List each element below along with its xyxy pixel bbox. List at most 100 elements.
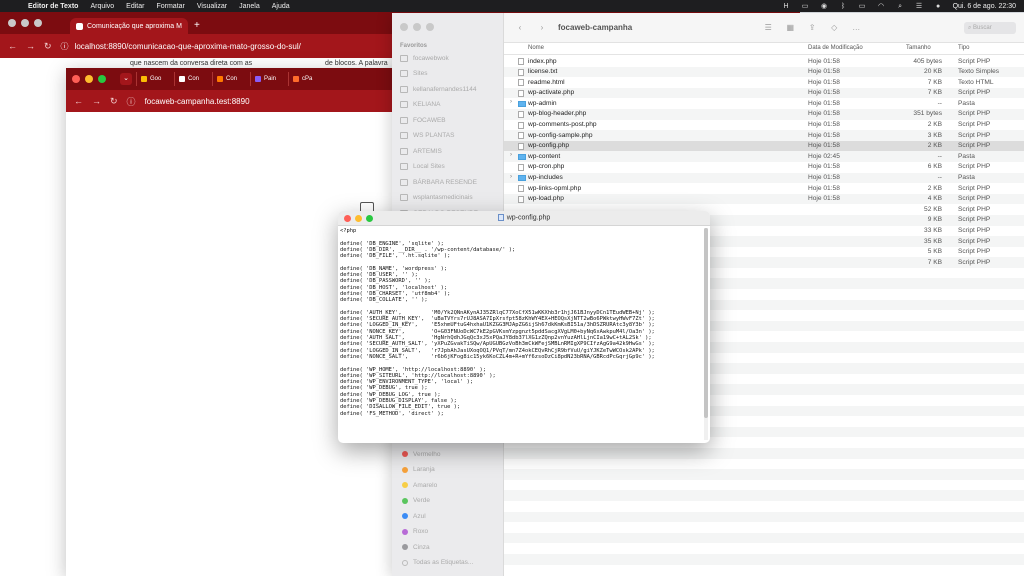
file-name: wp-activate.php [528, 89, 575, 97]
share-icon[interactable]: ⇪ [806, 23, 818, 33]
close-button[interactable] [72, 75, 80, 83]
tag-item[interactable]: Cinza [402, 542, 430, 552]
sidebar-item[interactable]: ARTEMIS [400, 146, 442, 156]
zoom-button[interactable] [426, 23, 434, 31]
browser-tab[interactable]: Con [212, 72, 246, 86]
disclosure-chevron-icon[interactable]: › [510, 152, 512, 158]
file-row[interactable]: wp-links-opml.php Hoje 01:58 2 KB Script PH… [504, 183, 1024, 194]
file-row[interactable]: wp-config.php Hoje 01:58 2 KB Script PHP [504, 140, 1024, 152]
back-chevron-icon[interactable]: ‹ [514, 23, 526, 33]
file-icon [518, 142, 524, 150]
tag-item[interactable]: Roxo [402, 527, 428, 537]
file-row[interactable]: › wp-content Hoje 02:45 -- Pasta [504, 151, 1024, 162]
more-icon[interactable]: … [850, 23, 862, 33]
file-row[interactable]: wp-load.php Hoje 01:58 4 KB Script PHP [504, 193, 1024, 205]
list-view-icon[interactable]: ☰ [762, 23, 774, 33]
new-tab-button[interactable]: + [194, 18, 200, 34]
wifi-icon[interactable]: ◠ [877, 2, 886, 11]
sidebar-item[interactable]: KELIANA [400, 100, 440, 110]
sidebar-item[interactable]: BÁRBARA RESENDE [400, 177, 477, 187]
tag-icon[interactable]: ◇ [828, 23, 840, 33]
close-button[interactable] [400, 23, 408, 31]
column-kind[interactable]: Tipo [958, 45, 969, 51]
file-row[interactable]: wp-config-sample.php Hoje 01:58 3 KB Script… [504, 130, 1024, 141]
forward-arrow-icon[interactable]: → [92, 96, 101, 106]
menu-ajuda[interactable]: Ajuda [272, 3, 290, 10]
sidebar-item[interactable]: Sites [400, 69, 427, 79]
page-icon [217, 76, 223, 82]
tag-item[interactable]: Laranja [402, 465, 435, 475]
sidebar-item[interactable]: wsplantasmedicinais [400, 193, 473, 203]
scrollbar-thumb[interactable] [704, 228, 708, 418]
drive-icon[interactable]: ▭ [801, 2, 810, 11]
bluetooth-icon[interactable]: ᛒ [839, 2, 848, 11]
menu-formatar[interactable]: Formatar [156, 3, 184, 10]
zoom-button[interactable] [34, 19, 42, 27]
site-info-icon[interactable]: ⓘ [127, 95, 136, 108]
file-row[interactable]: index.php Hoje 01:58 405 bytes Script PHP [504, 56, 1024, 67]
menu-editar[interactable]: Editar [126, 3, 144, 10]
sidebar-item[interactable]: WS PLANTAS [400, 131, 454, 141]
reload-icon[interactable]: ↻ [110, 96, 118, 107]
menu-visualizar[interactable]: Visualizar [197, 3, 227, 10]
sidebar-item[interactable]: focawebwok [400, 53, 449, 63]
app-menu[interactable]: Editor de Texto [28, 3, 78, 10]
close-button[interactable] [8, 19, 16, 27]
file-row[interactable]: wp-comments-post.php Hoje 01:58 2 KB Script… [504, 120, 1024, 131]
search-icon[interactable]: ⌕ [896, 2, 905, 11]
file-row[interactable]: › wp-admin Hoje 01:58 -- Pasta [504, 98, 1024, 109]
siri-icon[interactable]: ● [934, 2, 943, 11]
minimize-button[interactable] [413, 23, 421, 31]
control-center-icon[interactable]: ☰ [915, 2, 924, 11]
apple-icon[interactable] [8, 1, 18, 11]
tag-item[interactable]: Azul [402, 511, 426, 521]
file-row[interactable]: wp-activate.php Hoje 01:58 7 KB Script PHP [504, 87, 1024, 99]
back-arrow-icon[interactable]: ← [8, 41, 17, 51]
browser-tab[interactable]: Goo [136, 72, 170, 86]
site-info-icon[interactable]: ⓘ [61, 41, 69, 52]
tag-item[interactable]: Verde [402, 496, 430, 506]
forward-arrow-icon[interactable]: → [26, 41, 35, 51]
vertical-scrollbar[interactable] [704, 228, 708, 440]
forward-chevron-icon[interactable]: › [536, 23, 548, 33]
column-name[interactable]: Nome [528, 45, 544, 51]
grid-view-icon[interactable]: ▦ [784, 23, 796, 33]
column-size[interactable]: Tamanho [906, 45, 931, 51]
clock[interactable]: Qui. 6 de ago. 22:30 [953, 3, 1016, 10]
minimize-button[interactable] [21, 19, 29, 27]
browser-tab[interactable]: Con [174, 72, 208, 86]
battery-icon[interactable]: ▭ [858, 2, 867, 11]
tag-item[interactable]: Amarelo [402, 480, 437, 490]
tab-search-chevron-icon[interactable]: ⌄ [120, 73, 132, 85]
reload-icon[interactable]: ↻ [44, 41, 52, 52]
browser-tab[interactable]: Pain [250, 72, 284, 86]
editor-text-area[interactable]: <?php define( 'DB_ENGINE', 'sqlite' ); def… [340, 228, 700, 440]
address-bar[interactable]: ⓘ localhost:8890/comunicacao-que-aproxim… [61, 41, 301, 52]
search-field[interactable]: ⌕ Buscar [964, 21, 1016, 34]
zoom-button[interactable] [98, 75, 106, 83]
address-url[interactable]: focaweb-campanha.test:8890 [145, 97, 250, 106]
disclosure-chevron-icon[interactable]: › [510, 99, 512, 105]
disclosure-chevron-icon[interactable]: › [510, 174, 512, 180]
browser-tab[interactable]: cPa [288, 72, 322, 86]
tag-item[interactable]: Vermelho [402, 449, 440, 459]
column-date[interactable]: Data de Modificação [808, 45, 863, 51]
minimize-button[interactable] [85, 75, 93, 83]
sidebar-item[interactable]: FOCAWEB [400, 115, 446, 125]
sidebar-item[interactable]: Local Sites [400, 162, 445, 172]
record-icon[interactable]: ◉ [820, 2, 829, 11]
app-h-icon[interactable]: H [782, 2, 791, 11]
browser-tab[interactable]: Comunicação que aproxima M [70, 18, 188, 34]
file-row[interactable]: readme.html Hoje 01:58 7 KB Texto HTML [504, 77, 1024, 88]
file-row[interactable]: wp-blog-header.php Hoje 01:58 351 bytes Scr… [504, 108, 1024, 120]
file-row[interactable]: wp-cron.php Hoje 01:58 6 KB Script PHP [504, 162, 1024, 173]
tag-item[interactable]: Todas as Etiquetas... [402, 558, 473, 568]
file-row[interactable]: license.txt Hoje 01:58 20 KB Texto Simples [504, 66, 1024, 78]
file-row[interactable]: › wp-includes Hoje 01:58 -- Pasta [504, 172, 1024, 184]
back-arrow-icon[interactable]: ← [74, 96, 83, 106]
menu-janela[interactable]: Janela [239, 3, 260, 10]
file-date: Hoje 01:58 [808, 195, 840, 203]
menu-arquivo[interactable]: Arquivo [90, 3, 114, 10]
sidebar-item[interactable]: kellanafernandes1144 [400, 84, 477, 94]
empty-row [504, 501, 1024, 512]
